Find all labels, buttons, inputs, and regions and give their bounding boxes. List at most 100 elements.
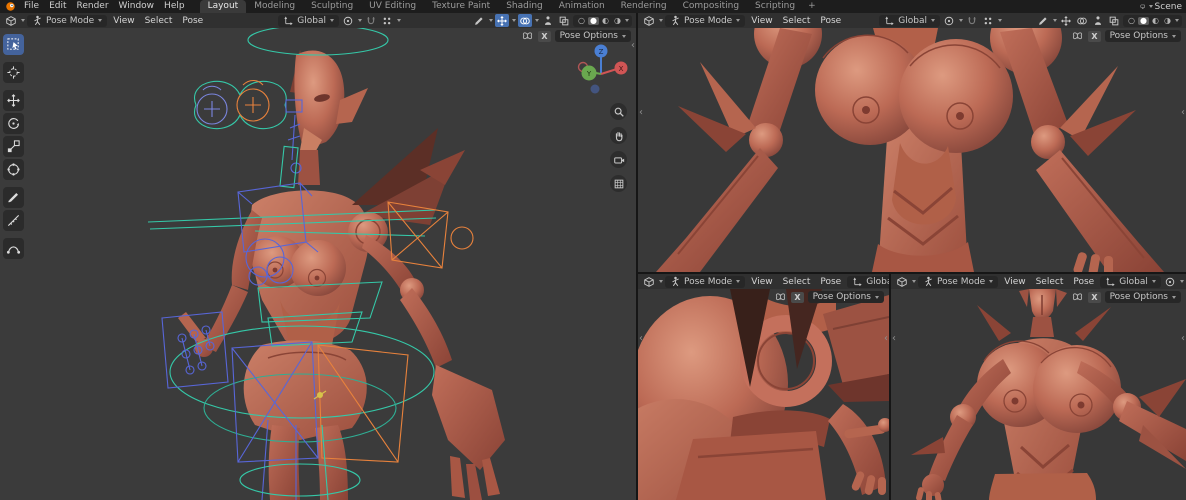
x-axis-mirror-icon[interactable] [1071,31,1084,42]
tool-rotate[interactable] [3,113,24,134]
menu-view[interactable]: View [747,16,776,26]
zoom-icon[interactable] [610,103,627,120]
menu-file[interactable]: File [19,0,44,13]
axis-neg-z[interactable] [591,85,600,94]
view-object-types-button[interactable] [472,14,486,27]
blender-logo-icon[interactable] [4,1,17,12]
show-overlays-button[interactable] [518,14,532,27]
mode-selector[interactable]: Pose Mode [665,15,745,27]
editor-type-button[interactable] [642,14,656,27]
menu-view[interactable]: View [109,16,138,26]
region-toggle-arrow[interactable]: ‹ [639,334,643,344]
tool-annotate[interactable] [3,187,24,208]
tool-pose-breakdowner[interactable] [3,238,24,259]
show-gizmo-button[interactable] [495,14,509,27]
menu-select[interactable]: Select [141,16,177,26]
viewport-bottom-right[interactable]: Pose Mode View Select Pose Global X Pose… [891,274,1186,500]
view-object-types-button[interactable] [1036,14,1050,27]
orientation-selector[interactable]: Global [1100,276,1161,288]
region-toggle-arrow[interactable]: ‹ [892,334,896,344]
x-axis-mirror-icon[interactable] [774,292,787,303]
shading-solid-button[interactable]: ● [1138,17,1149,25]
tab-layout[interactable]: Layout [200,0,247,13]
menu-help[interactable]: Help [159,0,190,13]
tool-select-box[interactable] [3,34,24,55]
viewport-left-canvas[interactable] [0,28,636,500]
pivot-point-button[interactable] [341,14,355,27]
x-axis-mirror-icon[interactable] [1071,292,1084,303]
x-axis-mirror-toggle[interactable]: X [1088,31,1100,42]
pan-hand-icon[interactable] [610,127,627,144]
menu-render[interactable]: Render [72,0,114,13]
projection-toggle-icon[interactable] [610,175,627,192]
orientation-selector[interactable]: Global [278,15,339,27]
x-axis-mirror-toggle[interactable]: X [791,292,803,303]
snap-magnet-button[interactable] [364,14,378,27]
viewport-left[interactable]: Pose Mode View Select Pose Global ○ ● ◐ [0,13,636,500]
proportional-editing-button[interactable] [981,14,995,27]
orientation-selector[interactable]: Global [879,15,940,27]
menu-pose[interactable]: Pose [816,277,845,287]
viewport-bottom-middle[interactable]: Pose Mode View Select Pose Global X Pose… [638,274,889,500]
menu-select[interactable]: Select [779,277,815,287]
toggle-xray-button[interactable] [557,14,571,27]
pose-options-dropdown[interactable]: Pose Options [1105,291,1181,303]
snap-magnet-button[interactable] [965,14,979,27]
navigation-gizmo[interactable]: Z X Y [572,41,630,102]
tool-scale[interactable] [3,136,24,157]
x-axis-mirror-toggle[interactable]: X [1088,292,1100,303]
scene-selector[interactable]: Scene [1140,1,1182,12]
editor-type-button[interactable] [4,14,18,27]
x-axis-mirror-icon[interactable] [521,31,534,42]
editor-type-button[interactable] [895,275,909,288]
pose-options-dropdown[interactable]: Pose Options [808,291,884,303]
menu-select[interactable]: Select [1032,277,1068,287]
show-overlays-button[interactable] [1075,14,1089,27]
mode-selector[interactable]: Pose Mode [665,276,745,288]
tab-modeling[interactable]: Modeling [246,0,303,13]
tool-measure[interactable] [3,210,24,231]
viewport-top-right[interactable]: Pose Mode View Select Pose Global ○ ● ◐ [638,13,1186,272]
menu-edit[interactable]: Edit [44,0,71,13]
shading-material-button[interactable]: ◐ [1150,17,1161,25]
tab-animation[interactable]: Animation [551,0,613,13]
tab-shading[interactable]: Shading [498,0,551,13]
tool-transform[interactable] [3,159,24,180]
menu-window[interactable]: Window [114,0,160,13]
toggle-xray-button[interactable] [1107,14,1121,27]
x-axis-mirror-toggle[interactable]: X [538,31,550,42]
menu-view[interactable]: View [1000,277,1029,287]
region-toggle-arrow[interactable]: ‹ [639,108,643,118]
pivot-point-button[interactable] [1163,275,1177,288]
mode-selector[interactable]: Pose Mode [27,15,107,27]
shading-wireframe-button[interactable]: ○ [1126,17,1137,25]
shading-wireframe-button[interactable]: ○ [576,17,587,25]
menu-view[interactable]: View [747,277,776,287]
viewport-bottom-middle-canvas[interactable] [638,289,889,500]
pose-options-dropdown[interactable]: Pose Options [1105,30,1181,42]
menu-pose[interactable]: Pose [178,16,207,26]
shading-rendered-button[interactable]: ◑ [612,17,623,25]
xray-pose-button[interactable] [541,14,555,27]
orientation-selector[interactable]: Global [847,276,889,288]
region-toggle-arrow[interactable]: ‹ [884,334,888,344]
pivot-point-button[interactable] [942,14,956,27]
region-toggle-arrow[interactable]: ‹ [631,41,635,51]
tool-cursor[interactable] [3,62,24,83]
region-toggle-arrow[interactable]: ‹ [1181,334,1185,344]
tab-uv-editing[interactable]: UV Editing [361,0,424,13]
shading-material-button[interactable]: ◐ [600,17,611,25]
menu-select[interactable]: Select [779,16,815,26]
shading-rendered-button[interactable]: ◑ [1162,17,1173,25]
tool-move[interactable] [3,90,24,111]
editor-type-button[interactable] [642,275,656,288]
tab-texture-paint[interactable]: Texture Paint [424,0,498,13]
tab-rendering[interactable]: Rendering [613,0,675,13]
region-toggle-arrow[interactable]: ‹ [1181,108,1185,118]
menu-pose[interactable]: Pose [816,16,845,26]
mode-selector[interactable]: Pose Mode [918,276,998,288]
xray-pose-button[interactable] [1091,14,1105,27]
viewport-bottom-right-canvas[interactable] [891,289,1186,500]
tab-compositing[interactable]: Compositing [675,0,747,13]
camera-view-icon[interactable] [610,151,627,168]
